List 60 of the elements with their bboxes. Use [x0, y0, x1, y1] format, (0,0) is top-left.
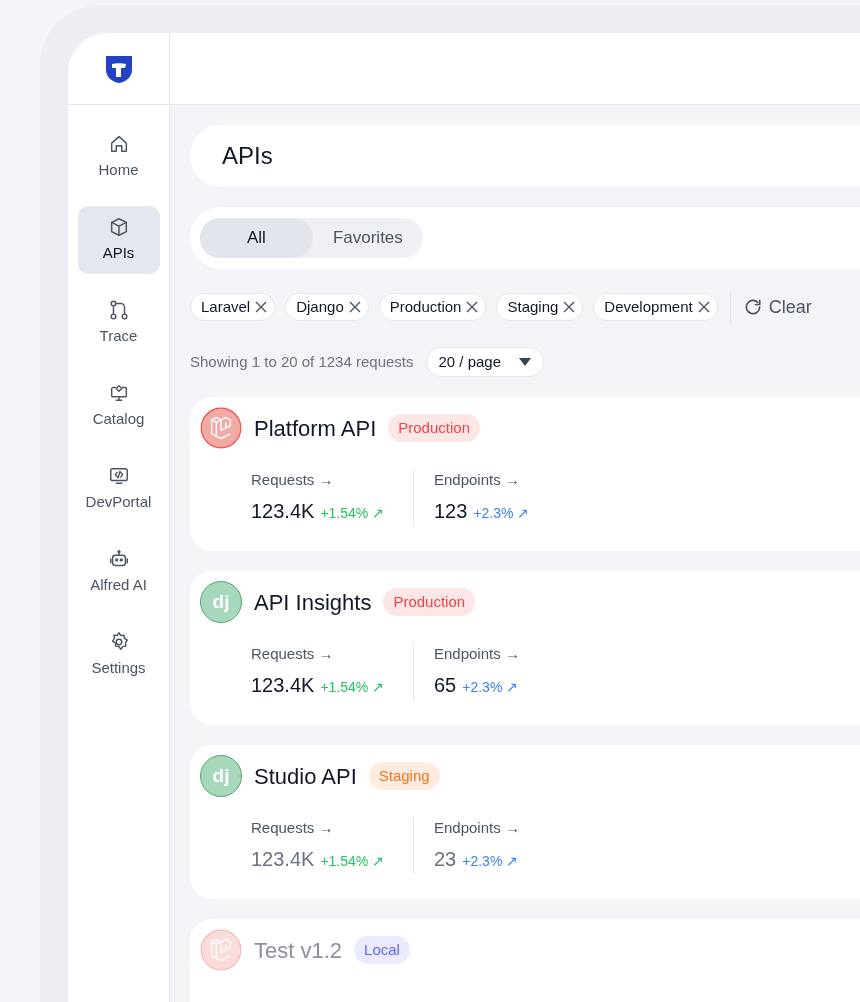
filter-tab[interactable]: Favorites	[312, 218, 423, 258]
filter-label: Django	[296, 296, 344, 317]
stat-value: 123	[434, 498, 468, 524]
caret-icon	[519, 358, 532, 366]
api-card[interactable]: dj Studio API Staging Requests → 123.4K +1.54% ↗ Endpoints → 23 +2.3% ↗	[190, 745, 860, 899]
stat-label[interactable]: Requests →	[251, 643, 413, 666]
api-name: Platform API	[254, 414, 377, 443]
environment-tag: Production	[388, 413, 480, 443]
stat-change: +2.3% ↗	[473, 503, 530, 523]
remove-icon[interactable]	[254, 300, 269, 314]
stat-value: 123.4K	[251, 846, 315, 872]
laravel-logo-icon	[200, 407, 242, 449]
filter-label: Staging	[507, 296, 559, 317]
filter-label: Development	[604, 296, 693, 317]
filter-tab[interactable]: All	[200, 218, 313, 258]
filter-label: Laravel	[201, 296, 251, 317]
environment-tag: Production	[383, 587, 476, 617]
stat-change: +1.54% ↗	[320, 677, 385, 697]
remove-icon[interactable]	[347, 300, 362, 314]
stat-label[interactable]: Endpoints →	[434, 817, 520, 840]
stat-value: 123.4K	[251, 672, 315, 698]
environment-tag: Staging	[368, 761, 440, 791]
sidebar-item[interactable]: Home	[77, 123, 160, 191]
stat-change: +1.54% ↗	[320, 851, 385, 871]
results-summary: Showing 1 to 20 of 1234 requests	[190, 351, 414, 372]
api-card[interactable]: Platform API Production Requests → 123.4K +1.54% ↗ Endpoints → 123 +2.3% ↗	[190, 397, 860, 551]
stat-label[interactable]: Requests →	[251, 469, 413, 492]
sidebar-item[interactable]: Settings	[77, 621, 160, 689]
sidebar-item[interactable]: APIs	[77, 206, 160, 274]
api-card[interactable]: dj API Insights Production Requests → 123.4K +1.54% ↗ Endpoints → 65 +2.3% ↗	[190, 571, 860, 725]
stat-value: 23	[434, 846, 457, 872]
api-name: Studio API	[254, 762, 357, 791]
page-size-select[interactable]: 20 / page	[425, 347, 545, 377]
sidebar-item[interactable]: Trace	[77, 289, 160, 357]
remove-icon[interactable]	[696, 300, 711, 314]
refresh-icon	[742, 297, 763, 317]
django-logo: dj	[200, 755, 242, 797]
api-name: Test v1.2	[254, 936, 343, 965]
stat-label[interactable]: Requests →	[251, 817, 413, 840]
remove-icon[interactable]	[562, 300, 577, 314]
stat-label[interactable]: Endpoints →	[434, 469, 530, 492]
sidebar-item[interactable]: Catalog	[77, 372, 160, 440]
environment-tag: Local	[354, 935, 410, 965]
stat-value: 123.4K	[251, 498, 315, 524]
stat-label[interactable]: Endpoints →	[434, 643, 520, 666]
remove-icon[interactable]	[465, 300, 480, 314]
sidebar-item[interactable]: Alfred AI	[77, 538, 160, 606]
api-card[interactable]: Test v1.2 Local	[190, 919, 860, 1002]
django-logo: dj	[200, 581, 242, 623]
branch-icon	[107, 298, 130, 321]
sidebar-item[interactable]: DevPortal	[77, 455, 160, 523]
stat-change: +1.54% ↗	[320, 503, 385, 523]
filter-label: Production	[389, 296, 462, 317]
stat-change: +2.3% ↗	[462, 851, 519, 871]
clear-filters-button[interactable]: Clear	[742, 293, 812, 321]
laravel-logo-icon	[200, 929, 242, 971]
stat-change: +2.3% ↗	[462, 677, 519, 697]
page-title: APIs	[222, 141, 273, 171]
api-name: API Insights	[254, 588, 372, 617]
stat-value: 65	[434, 672, 457, 698]
